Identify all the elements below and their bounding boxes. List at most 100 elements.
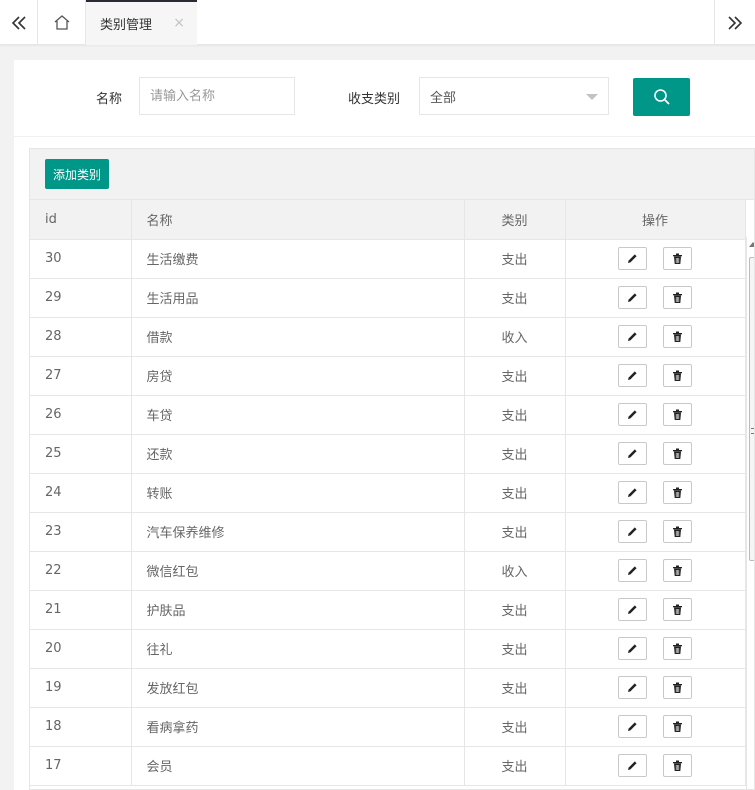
table-row: 25 还款 支出 bbox=[30, 434, 746, 474]
add-category-button[interactable]: 添加类别 bbox=[45, 159, 110, 189]
cell-type: 支出 bbox=[464, 434, 566, 474]
pencil-icon bbox=[627, 254, 637, 263]
edit-button[interactable] bbox=[617, 403, 647, 426]
edit-button[interactable] bbox=[617, 676, 647, 699]
cell-actions bbox=[565, 551, 746, 591]
delete-button[interactable] bbox=[663, 325, 693, 348]
scrollbar-thumb[interactable] bbox=[749, 257, 754, 561]
edit-button[interactable] bbox=[617, 247, 647, 270]
trash-icon bbox=[673, 643, 683, 654]
category-table: id 名称 类别 操作 30 生活缴费 支出 29 生活用品 支出 28 借款 … bbox=[30, 200, 746, 786]
cell-name: 借款 bbox=[131, 317, 465, 357]
cell-id: 20 bbox=[30, 629, 132, 669]
cell-id: 29 bbox=[30, 278, 132, 318]
delete-button[interactable] bbox=[663, 559, 693, 582]
pencil-icon bbox=[627, 293, 637, 302]
cell-name: 往礼 bbox=[131, 629, 465, 669]
edit-button[interactable] bbox=[617, 325, 647, 348]
table-row: 28 借款 收入 bbox=[30, 317, 746, 357]
table-row: 26 车贷 支出 bbox=[30, 395, 746, 435]
edit-button[interactable] bbox=[617, 598, 647, 621]
trash-icon bbox=[673, 253, 683, 264]
delete-button[interactable] bbox=[663, 364, 693, 387]
cell-name: 车贷 bbox=[131, 395, 465, 435]
cell-id: 28 bbox=[30, 317, 132, 357]
table-row: 27 房贷 支出 bbox=[30, 356, 746, 396]
pencil-icon bbox=[627, 605, 637, 614]
close-icon[interactable]: × bbox=[173, 15, 185, 31]
table-row: 20 往礼 支出 bbox=[30, 629, 746, 669]
edit-button[interactable] bbox=[617, 754, 647, 777]
cell-id: 18 bbox=[30, 707, 132, 747]
cell-type: 支出 bbox=[464, 473, 566, 513]
pencil-icon bbox=[627, 722, 637, 731]
chevron-down-icon bbox=[586, 94, 598, 100]
cell-type: 支出 bbox=[464, 239, 566, 279]
pencil-icon bbox=[627, 566, 637, 575]
column-header-name[interactable]: 名称 bbox=[131, 200, 465, 240]
edit-button[interactable] bbox=[617, 286, 647, 309]
column-header-actions: 操作 bbox=[565, 200, 746, 240]
delete-button[interactable] bbox=[663, 481, 693, 504]
table-scrollbar[interactable] bbox=[746, 237, 754, 789]
cell-type: 支出 bbox=[464, 629, 566, 669]
cell-actions bbox=[565, 317, 746, 357]
cell-name: 生活缴费 bbox=[131, 239, 465, 279]
tab-category-management[interactable]: 类别管理 × bbox=[86, 0, 197, 45]
cell-id: 24 bbox=[30, 473, 132, 513]
trash-icon bbox=[673, 331, 683, 342]
cell-actions bbox=[565, 395, 746, 435]
delete-button[interactable] bbox=[663, 286, 693, 309]
cell-id: 23 bbox=[30, 512, 132, 552]
name-search-input[interactable] bbox=[139, 77, 295, 115]
pencil-icon bbox=[627, 683, 637, 692]
trash-icon bbox=[673, 682, 683, 693]
delete-button[interactable] bbox=[663, 403, 693, 426]
cell-actions bbox=[565, 434, 746, 474]
delete-button[interactable] bbox=[663, 676, 693, 699]
pencil-icon bbox=[627, 410, 637, 419]
cell-name: 汽车保养维修 bbox=[131, 512, 465, 552]
delete-button[interactable] bbox=[663, 598, 693, 621]
home-tab[interactable] bbox=[38, 0, 86, 45]
tab-scroll-right-button[interactable] bbox=[714, 0, 755, 45]
edit-button[interactable] bbox=[617, 520, 647, 543]
table-row: 24 转账 支出 bbox=[30, 473, 746, 513]
edit-button[interactable] bbox=[617, 364, 647, 387]
delete-button[interactable] bbox=[663, 520, 693, 543]
edit-button[interactable] bbox=[617, 637, 647, 660]
tab-scroll-left-button[interactable] bbox=[0, 0, 38, 45]
cell-id: 19 bbox=[30, 668, 132, 708]
column-header-type[interactable]: 类别 bbox=[464, 200, 566, 240]
trash-icon bbox=[673, 604, 683, 615]
edit-button[interactable] bbox=[617, 481, 647, 504]
edit-button[interactable] bbox=[617, 559, 647, 582]
edit-button[interactable] bbox=[617, 715, 647, 738]
cell-type: 支出 bbox=[464, 278, 566, 318]
scroll-up-arrow-icon[interactable] bbox=[749, 242, 754, 247]
delete-button[interactable] bbox=[663, 715, 693, 738]
cell-type: 支出 bbox=[464, 746, 566, 786]
delete-button[interactable] bbox=[663, 754, 693, 777]
table-row: 29 生活用品 支出 bbox=[30, 278, 746, 318]
trash-icon bbox=[673, 721, 683, 732]
edit-button[interactable] bbox=[617, 442, 647, 465]
cell-actions bbox=[565, 239, 746, 279]
trash-icon bbox=[673, 292, 683, 303]
category-select[interactable]: 全部 bbox=[419, 77, 609, 115]
delete-button[interactable] bbox=[663, 637, 693, 660]
column-header-id[interactable]: id bbox=[30, 200, 132, 240]
search-button[interactable] bbox=[633, 78, 690, 116]
pencil-icon bbox=[627, 332, 637, 341]
cell-name: 房贷 bbox=[131, 356, 465, 396]
cell-name: 会员 bbox=[131, 746, 465, 786]
delete-button[interactable] bbox=[663, 442, 693, 465]
cell-name: 还款 bbox=[131, 434, 465, 474]
cell-name: 生活用品 bbox=[131, 278, 465, 318]
cell-type: 支出 bbox=[464, 356, 566, 396]
double-chevron-left-icon bbox=[11, 15, 26, 30]
delete-button[interactable] bbox=[663, 247, 693, 270]
cell-actions bbox=[565, 473, 746, 513]
table-row: 19 发放红包 支出 bbox=[30, 668, 746, 708]
scrollbar-grip-icon bbox=[751, 428, 754, 434]
